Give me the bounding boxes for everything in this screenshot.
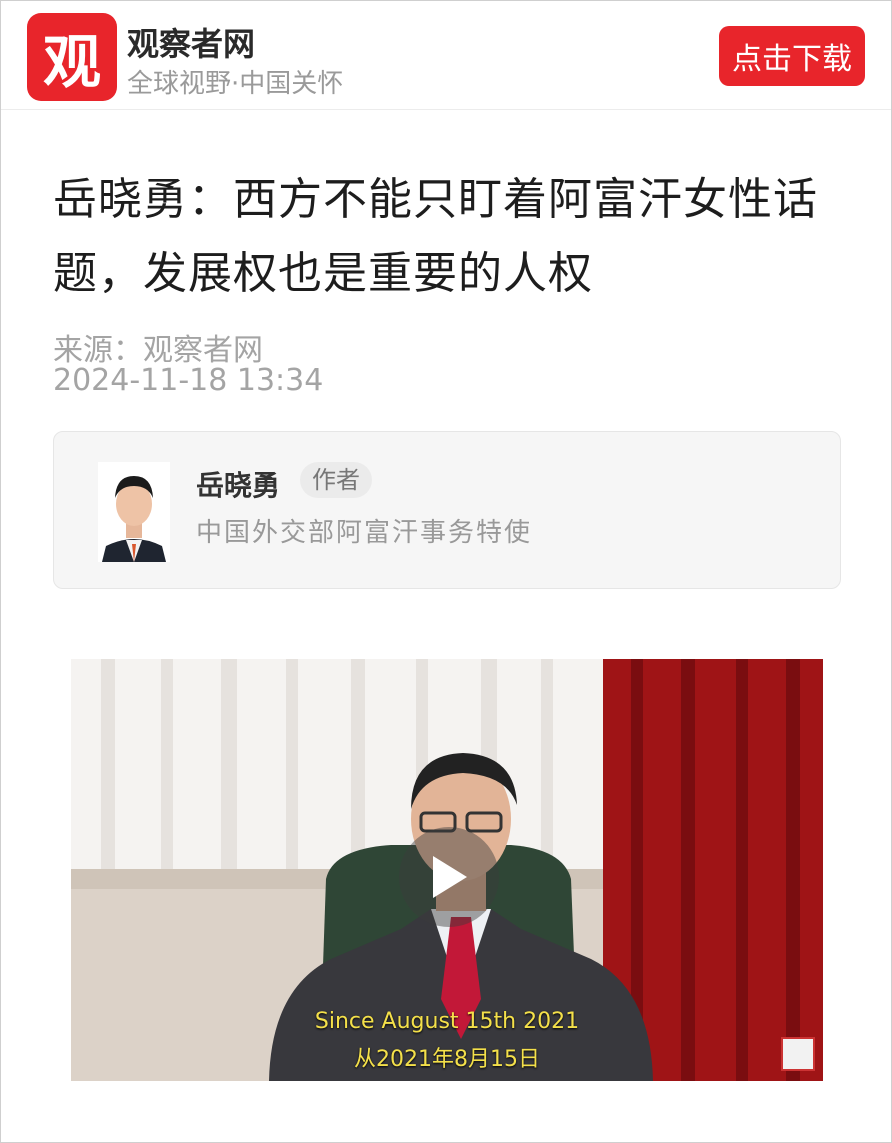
author-card[interactable]: 岳晓勇 作者 中国外交部阿富汗事务特使 (53, 431, 841, 589)
author-avatar (98, 462, 170, 562)
author-title: 中国外交部阿富汗事务特使 (196, 518, 533, 548)
article-timestamp: 2024-11-18 13:34 (53, 363, 324, 398)
watermark-seal-icon (781, 1037, 815, 1071)
play-icon[interactable] (399, 827, 499, 927)
app-logo[interactable]: 观 (27, 13, 117, 101)
author-badge: 作者 (300, 462, 372, 498)
video-subtitle-chinese: 从2021年8月15日 (354, 1047, 540, 1072)
article-title: 岳晓勇：西方不能只盯着阿富汗女性话题，发展权也是重要的人权 (53, 174, 818, 299)
video-subtitle-english: Since August 15th 2021 (314, 1009, 580, 1034)
brand-slogan: 全球视野·中国关怀 (127, 69, 344, 99)
brand-name: 观察者网 (127, 25, 256, 63)
author-name: 岳晓勇 (196, 469, 281, 502)
app-header: 观 观察者网 全球视野·中国关怀 点击下载 (1, 1, 891, 110)
download-button[interactable]: 点击下载 (719, 26, 865, 86)
